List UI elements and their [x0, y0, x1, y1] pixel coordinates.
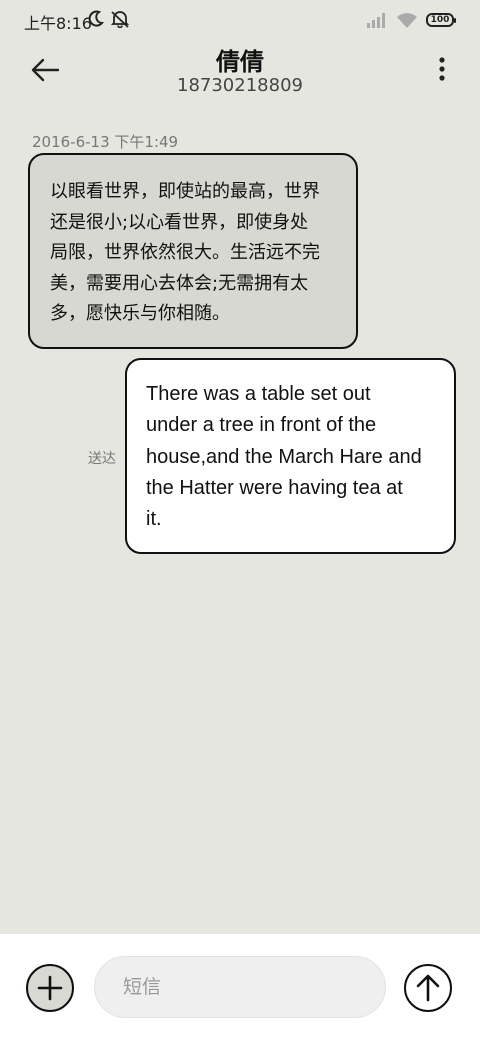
message-line: There was a table set out — [146, 383, 371, 405]
message-line: 美，需要用心去体会;无需拥有太 — [50, 272, 309, 294]
outgoing-message-bubble[interactable]: There was a table set out under a tree i… — [125, 358, 456, 554]
add-attachment-button[interactable] — [26, 964, 74, 1012]
send-arrow-icon — [406, 966, 450, 1010]
delivery-status: 送达 — [88, 451, 116, 467]
message-line: house,and the March Hare and — [146, 445, 422, 468]
message-line: it. — [146, 508, 162, 531]
conversation-header: 倩倩 18730218809 — [0, 40, 480, 110]
battery-icon: 100 — [426, 13, 456, 27]
status-bar: 上午8:16 100 — [0, 0, 480, 40]
contact-number: 18730218809 — [177, 75, 303, 96]
message-line: the Hatter were having tea at — [146, 476, 403, 499]
send-button[interactable] — [404, 964, 452, 1012]
moon-icon — [88, 10, 104, 28]
signal-icon — [366, 12, 388, 28]
message-timestamp: 2016-6-13 下午1:49 — [32, 133, 179, 151]
incoming-message-bubble[interactable]: 以眼看世界，即使站的最高，世界 还是很小;以心看世界，即使身处 局限，世界依然很… — [28, 153, 358, 349]
message-line: 局限，世界依然很大。生活远不完 — [50, 242, 320, 263]
message-line: 还是很小;以心看世界，即使身处 — [50, 211, 309, 233]
message-line: under a tree in front of the — [146, 414, 377, 437]
contact-name: 倩倩 — [216, 48, 264, 76]
plus-icon — [28, 966, 72, 1010]
message-input[interactable]: 短信 — [94, 956, 386, 1018]
message-line: 以眼看世界，即使站的最高，世界 — [50, 181, 320, 202]
mute-icon — [110, 10, 130, 28]
messaging-screen: 上午8:16 100 倩倩 18730218809 2016-6-13 下午1:… — [0, 0, 480, 1040]
status-time: 上午8:16 — [24, 14, 92, 33]
compose-bar: 短信 — [0, 934, 480, 1040]
message-line: 多，愿快乐与你相随。 — [50, 303, 230, 324]
more-options-button[interactable] — [438, 56, 446, 82]
wifi-icon — [396, 12, 418, 28]
more-vertical-icon — [438, 56, 446, 82]
